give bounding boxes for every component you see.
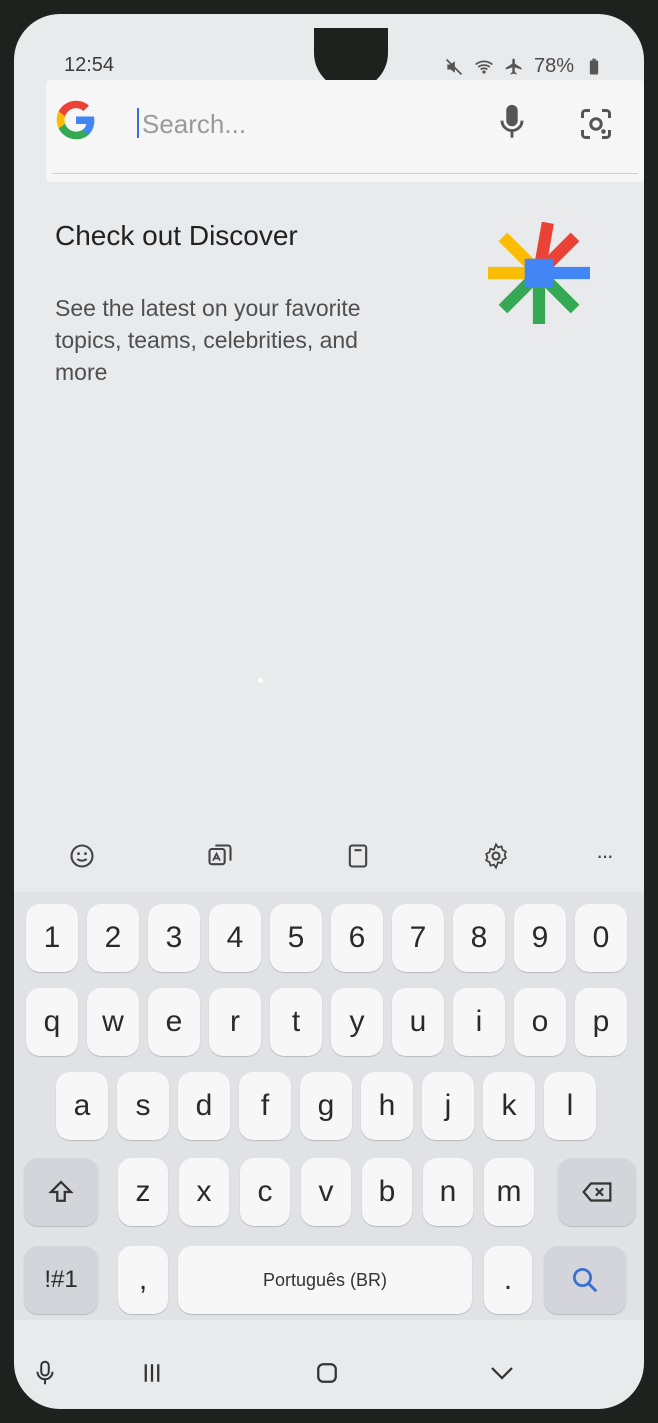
key-c[interactable]: c bbox=[240, 1158, 290, 1226]
search-icon bbox=[573, 1268, 598, 1293]
key-e[interactable]: e bbox=[148, 988, 200, 1056]
discover-description: See the latest on your favorite topics, … bbox=[55, 295, 361, 385]
recent-apps-icon bbox=[144, 1364, 160, 1382]
key-k[interactable]: k bbox=[483, 1072, 535, 1140]
airplane-icon bbox=[505, 58, 522, 74]
discover-title: Check out Discover bbox=[55, 220, 298, 251]
backspace-icon bbox=[582, 1182, 612, 1202]
backspace-key[interactable] bbox=[558, 1158, 636, 1226]
shift-key[interactable] bbox=[24, 1158, 98, 1226]
key-7[interactable]: 7 bbox=[392, 904, 444, 972]
key-i[interactable]: i bbox=[453, 988, 505, 1056]
comma-key[interactable]: , bbox=[118, 1246, 168, 1314]
battery-percent: 78% bbox=[533, 55, 574, 77]
key-0[interactable]: 0 bbox=[575, 904, 627, 972]
search-bar[interactable] bbox=[46, 80, 644, 182]
key-a[interactable]: a bbox=[56, 1072, 108, 1140]
voice-input-button[interactable] bbox=[20, 1348, 70, 1398]
key-j[interactable]: j bbox=[422, 1072, 474, 1140]
back-hide-keyboard-button[interactable] bbox=[477, 1348, 527, 1398]
key-y[interactable]: y bbox=[331, 988, 383, 1056]
key-f[interactable]: f bbox=[239, 1072, 291, 1140]
settings-icon bbox=[485, 842, 507, 870]
key-w[interactable]: w bbox=[87, 988, 139, 1056]
key-z[interactable]: z bbox=[118, 1158, 168, 1226]
clipboard-icon bbox=[348, 844, 368, 868]
soft-keyboard: 1234567890 qwertyuiop asdfghjkl zxcvbnm … bbox=[14, 892, 644, 1320]
key-3[interactable]: 3 bbox=[148, 904, 200, 972]
discover-asterisk-logo bbox=[488, 222, 590, 324]
search-input[interactable] bbox=[140, 102, 464, 146]
key-r[interactable]: r bbox=[209, 988, 261, 1056]
mute-icon bbox=[445, 58, 463, 75]
emoji-button[interactable] bbox=[62, 832, 102, 880]
status-time: 12:54 bbox=[64, 54, 115, 76]
recent-apps-button[interactable] bbox=[127, 1348, 177, 1398]
google-logo-icon bbox=[56, 100, 95, 140]
more-options-button[interactable]: ··· bbox=[584, 832, 624, 880]
key-h[interactable]: h bbox=[361, 1072, 413, 1140]
status-icons: 78% bbox=[444, 55, 604, 78]
key-x[interactable]: x bbox=[179, 1158, 229, 1226]
key-2[interactable]: 2 bbox=[87, 904, 139, 972]
text-cursor bbox=[137, 108, 139, 138]
key-s[interactable]: s bbox=[117, 1072, 169, 1140]
home-button[interactable] bbox=[302, 1348, 352, 1398]
key-8[interactable]: 8 bbox=[453, 904, 505, 972]
emoji-icon bbox=[70, 844, 94, 868]
keyboard-toolbar: ··· bbox=[0, 832, 658, 892]
chevron-down-icon bbox=[491, 1367, 513, 1380]
symbols-key[interactable]: !#1 bbox=[24, 1246, 98, 1314]
keyboard-settings-button[interactable] bbox=[476, 832, 516, 880]
period-key[interactable]: . bbox=[484, 1246, 532, 1314]
key-5[interactable]: 5 bbox=[270, 904, 322, 972]
key-9[interactable]: 9 bbox=[514, 904, 566, 972]
key-b[interactable]: b bbox=[362, 1158, 412, 1226]
key-o[interactable]: o bbox=[514, 988, 566, 1056]
key-l[interactable]: l bbox=[544, 1072, 596, 1140]
battery-icon bbox=[589, 58, 599, 74]
search-key[interactable] bbox=[544, 1246, 626, 1314]
key-v[interactable]: v bbox=[301, 1158, 351, 1226]
search-divider bbox=[52, 173, 638, 174]
navigation-bar bbox=[0, 1340, 658, 1410]
key-d[interactable]: d bbox=[178, 1072, 230, 1140]
key-t[interactable]: t bbox=[270, 988, 322, 1056]
key-p[interactable]: p bbox=[575, 988, 627, 1056]
key-m[interactable]: m bbox=[484, 1158, 534, 1226]
key-1[interactable]: 1 bbox=[26, 904, 78, 972]
wifi-icon bbox=[475, 60, 493, 74]
key-n[interactable]: n bbox=[423, 1158, 473, 1226]
microphone-icon bbox=[36, 1360, 54, 1385]
more-icon: ··· bbox=[596, 843, 614, 868]
clipboard-button[interactable] bbox=[338, 832, 378, 880]
shift-icon bbox=[48, 1180, 74, 1202]
image-text-icon bbox=[208, 844, 232, 866]
home-icon bbox=[317, 1363, 337, 1383]
voice-search-mic-icon[interactable] bbox=[494, 102, 530, 142]
key-q[interactable]: q bbox=[26, 988, 78, 1056]
key-g[interactable]: g bbox=[300, 1072, 352, 1140]
google-lens-icon[interactable] bbox=[578, 106, 614, 142]
key-6[interactable]: 6 bbox=[331, 904, 383, 972]
image-text-button[interactable] bbox=[200, 832, 240, 880]
page-indicator-dot bbox=[258, 678, 263, 683]
key-4[interactable]: 4 bbox=[209, 904, 261, 972]
key-u[interactable]: u bbox=[392, 988, 444, 1056]
space-key[interactable]: Português (BR) bbox=[178, 1246, 472, 1314]
